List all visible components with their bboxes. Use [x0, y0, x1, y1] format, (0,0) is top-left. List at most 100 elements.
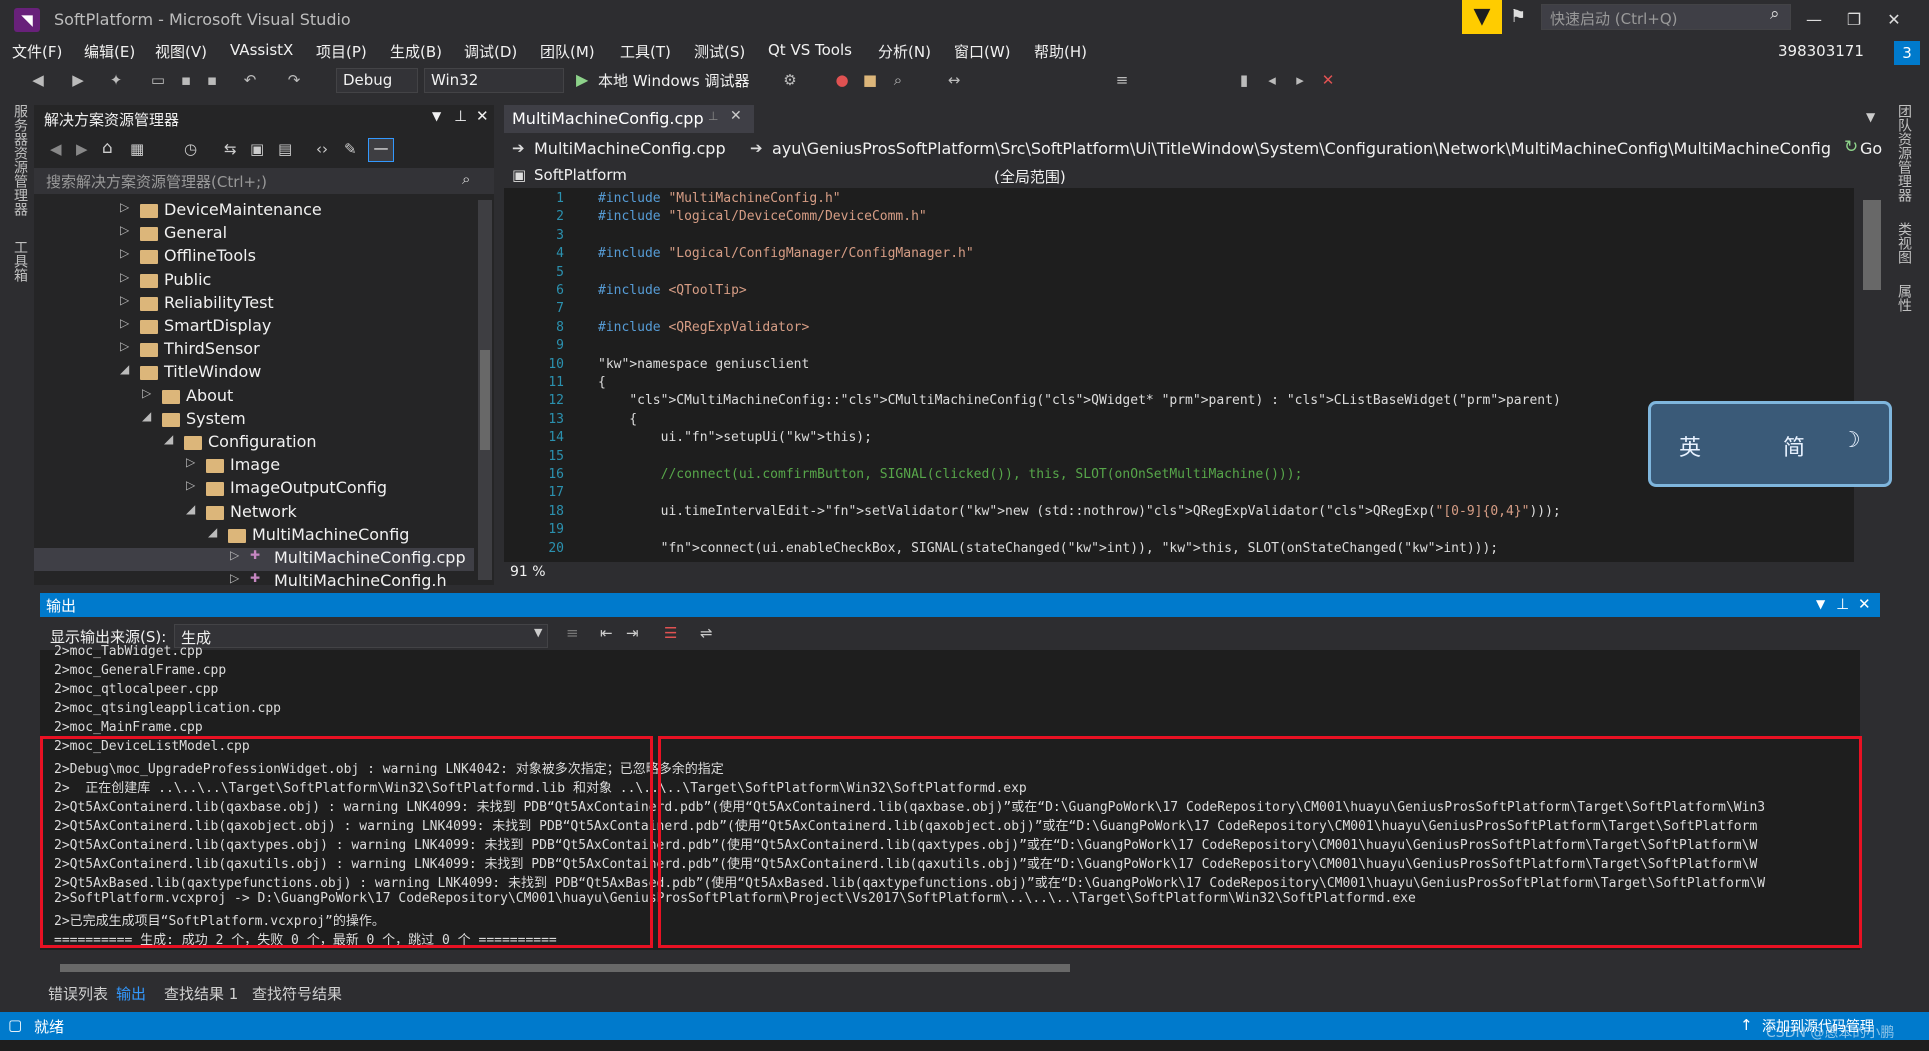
close-panel-icon[interactable]: ✕ — [476, 107, 489, 125]
search-icon[interactable]: ⌕ — [1770, 4, 1780, 24]
tree-folder-item[interactable]: ▷ ThirdSensor — [34, 339, 474, 362]
tree-folder-item[interactable]: ▷ ReliabilityTest — [34, 293, 474, 316]
nav-path-select[interactable]: ayu\GeniusProsSoftPlatform\Src\SoftPlatf… — [772, 139, 1832, 158]
ime-mode-label[interactable]: 英 — [1679, 430, 1701, 462]
toolbar-tool-icon[interactable]: ⚙ — [780, 70, 800, 90]
scrollbar-thumb[interactable] — [60, 964, 1070, 972]
collapsed-arrow-icon[interactable]: ▷ — [120, 223, 129, 237]
tree-file-item[interactable]: ▷ ✚ MultiMachineConfig.h — [34, 571, 474, 594]
tree-folder-item[interactable]: ▷ OfflineTools — [34, 246, 474, 269]
class-view-tab[interactable]: 类视图 — [1894, 222, 1914, 264]
code-line[interactable]: #include "Logical/ConfigManager/ConfigMa… — [598, 246, 974, 264]
panel-dropdown-icon[interactable]: ▼ — [432, 109, 441, 123]
collapsed-arrow-icon[interactable]: ▷ — [230, 548, 239, 562]
collapsed-arrow-icon[interactable]: ▷ — [120, 200, 129, 214]
menu-qt-vs-tools[interactable]: Qt VS Tools — [768, 41, 852, 59]
notification-flag-icon[interactable]: ⚑ — [1510, 6, 1526, 27]
toolbar-folder-icon[interactable]: ■ — [860, 70, 880, 90]
menu-team[interactable]: 团队(M) — [540, 41, 595, 62]
back-icon[interactable]: ◀ — [50, 140, 62, 158]
code-line[interactable]: ui."fn">setupUi("kw">this); — [598, 430, 872, 448]
start-debugging-icon[interactable]: ▶ — [576, 70, 588, 89]
toolbar-comment-icon[interactable]: ≡ — [1112, 70, 1132, 90]
tab-output[interactable]: 输出 — [116, 983, 146, 1004]
toolbar-build-icon[interactable]: ● — [832, 70, 852, 90]
code-line[interactable]: ui.timeIntervalEdit->"fn">setValidator("… — [598, 504, 1561, 522]
toolbar-find-icon[interactable]: ⌕ — [888, 70, 908, 90]
collapsed-arrow-icon[interactable]: ▷ — [142, 386, 151, 400]
ime-script-label[interactable]: 简 — [1783, 430, 1805, 462]
notification-badge[interactable]: 3 — [1894, 41, 1920, 65]
bookmark-icon[interactable]: ▮ — [1234, 70, 1254, 90]
menu-project[interactable]: 项目(P) — [316, 41, 367, 62]
tree-folder-item[interactable]: ▷ About — [34, 386, 474, 409]
collapsed-arrow-icon[interactable]: ▷ — [230, 571, 239, 585]
toolbar-nav-icon[interactable]: ↔ — [944, 70, 964, 90]
menu-build[interactable]: 生成(B) — [390, 41, 442, 62]
collapsed-arrow-icon[interactable]: ▷ — [186, 478, 195, 492]
output-vertical-scrollbar[interactable] — [1862, 650, 1882, 950]
team-explorer-tab[interactable]: 团队资源管理器 — [1894, 104, 1914, 202]
tree-folder-item[interactable]: ▷ SmartDisplay — [34, 316, 474, 339]
feedback-filter-icon[interactable]: ▼ — [1462, 0, 1502, 34]
save-icon[interactable]: ▪ — [176, 70, 196, 90]
menu-edit[interactable]: 编辑(E) — [84, 41, 135, 62]
tree-folder-item[interactable]: ▷ Public — [34, 270, 474, 293]
restore-button[interactable]: ❐ — [1834, 6, 1874, 34]
back-icon[interactable]: ◀ — [28, 70, 48, 90]
properties-wrench-icon[interactable]: ✎ — [344, 140, 357, 158]
prev-bookmark-icon[interactable]: ◂ — [1262, 70, 1282, 90]
code-line[interactable]: //connect(ui.comfirmButton, SIGNAL(click… — [598, 467, 1303, 485]
zoom-select[interactable]: 91 % — [504, 562, 584, 584]
code-line[interactable]: #include "logical/DeviceComm/DeviceComm.… — [598, 209, 927, 227]
expanded-arrow-icon[interactable]: ◢ — [120, 362, 129, 376]
collapsed-arrow-icon[interactable]: ▷ — [120, 270, 129, 284]
expanded-arrow-icon[interactable]: ◢ — [164, 432, 173, 446]
tree-file-item[interactable]: ▷ ✚ MultiMachineConfig.cpp — [34, 548, 474, 571]
close-panel-icon[interactable]: ✕ — [1858, 595, 1871, 613]
solution-platform-select[interactable]: Win32 — [424, 68, 564, 93]
tree-folder-item[interactable]: ▷ DeviceMaintenance — [34, 200, 474, 223]
nav-file-select[interactable]: MultiMachineConfig.cpp — [534, 139, 744, 158]
code-line[interactable]: "cls">CMultiMachineConfig::"cls">CMultiM… — [598, 393, 1560, 411]
open-file-icon[interactable]: ▭ — [148, 70, 168, 90]
minimize-button[interactable]: — — [1794, 6, 1834, 34]
project-select[interactable]: SoftPlatform — [534, 166, 954, 184]
collapsed-arrow-icon[interactable]: ▷ — [120, 293, 129, 307]
code-line[interactable]: "fn">connect(ui.enableCheckBox, SIGNAL(s… — [598, 541, 1499, 559]
next-bookmark-icon[interactable]: ▸ — [1290, 70, 1310, 90]
menu-help[interactable]: 帮助(H) — [1034, 41, 1087, 62]
collapsed-arrow-icon[interactable]: ▷ — [186, 455, 195, 469]
account-name[interactable]: 398303171 — [1778, 42, 1864, 60]
solution-config-select[interactable]: Debug — [336, 68, 418, 93]
menu-window[interactable]: 窗口(W) — [954, 41, 1011, 62]
close-window-button[interactable]: ✕ — [1874, 6, 1914, 34]
server-explorer-tab[interactable]: 服务器资源管理器 — [10, 104, 30, 216]
show-all-files-icon[interactable]: ▤ — [278, 140, 292, 158]
tab-find-results-1[interactable]: 查找结果 1 — [164, 983, 238, 1004]
code-line[interactable]: { — [598, 412, 637, 430]
expanded-arrow-icon[interactable]: ◢ — [186, 502, 195, 516]
history-icon[interactable]: ◷ — [184, 140, 197, 158]
close-tab-icon[interactable]: ✕ — [730, 108, 742, 124]
tree-folder-item[interactable]: ◢ Network — [34, 502, 474, 525]
tree-folder-item[interactable]: ◢ Configuration — [34, 432, 474, 455]
word-wrap-icon[interactable]: ⇌ — [700, 624, 713, 642]
collapsed-arrow-icon[interactable]: ▷ — [120, 339, 129, 353]
menu-debug[interactable]: 调试(D) — [464, 41, 517, 62]
expanded-arrow-icon[interactable]: ◢ — [142, 409, 151, 423]
home-icon[interactable]: ⌂ — [102, 138, 113, 158]
preview-toggle-icon[interactable]: — — [368, 138, 394, 162]
pin-icon[interactable]: ⊥ — [454, 107, 467, 125]
ime-status-widget[interactable]: 英 简 ☽ — [1648, 401, 1892, 487]
tree-folder-item[interactable]: ◢ TitleWindow — [34, 362, 474, 385]
menu-vassistx[interactable]: VAssistX — [230, 41, 293, 59]
menu-view[interactable]: 视图(V) — [155, 41, 207, 62]
properties-tab[interactable]: 属性 — [1894, 284, 1914, 312]
collapse-all-icon[interactable]: ▣ — [250, 140, 264, 158]
tree-folder-item[interactable]: ▷ ImageOutputConfig — [34, 478, 474, 501]
menu-tools[interactable]: 工具(T) — [620, 41, 671, 62]
start-debugging-button[interactable]: 本地 Windows 调试器 — [598, 70, 750, 91]
switch-views-icon[interactable]: ▦ — [130, 140, 144, 158]
code-line[interactable]: { — [598, 375, 606, 393]
